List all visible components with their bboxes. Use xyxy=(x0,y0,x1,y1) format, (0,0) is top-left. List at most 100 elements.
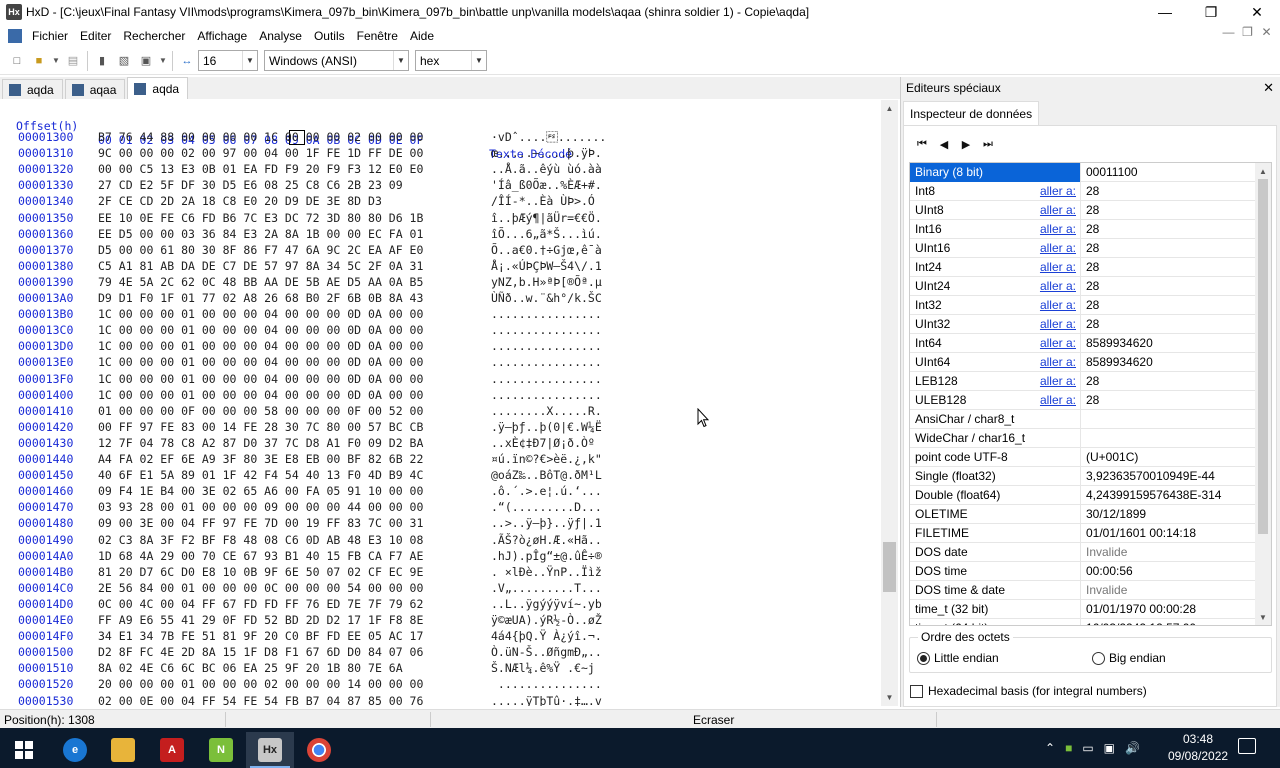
minimize-button[interactable]: — xyxy=(1142,0,1188,24)
row-decoded-text[interactable]: ..>..ÿ—þ}..ÿƒ|.1 xyxy=(491,516,602,530)
inspector-value[interactable]: 28 xyxy=(1081,222,1099,236)
inspector-row[interactable]: FILETIME 01/01/1601 00:14:18 xyxy=(910,523,1256,543)
inspector-type-cell[interactable]: Double (float64) xyxy=(910,485,1081,505)
bytes-per-row-select[interactable]: 16 ▼ xyxy=(198,50,258,71)
hex-editor[interactable]: Offset(h) 00 01 02 03 04 05 06 07 08 09 … xyxy=(0,100,881,706)
close-file-icon[interactable]: ▮ xyxy=(93,52,111,70)
inspector-row[interactable]: UInt32 aller a: 28 xyxy=(910,314,1256,334)
menu-outils[interactable]: Outils xyxy=(308,29,351,43)
inspector-type-cell[interactable]: time_t (32 bit) xyxy=(910,599,1081,619)
inspector-type-cell[interactable]: UInt32 aller a: xyxy=(910,314,1081,334)
row-decoded-text[interactable]: yNZ,b.H»ªÞ[®Õª.µ xyxy=(491,275,602,289)
inspector-type-cell[interactable]: AnsiChar / char8_t xyxy=(910,409,1081,429)
tab-aqda-1[interactable]: aqda xyxy=(2,79,63,99)
row-decoded-text[interactable]: îÕ...6„ã*Š...ìú. xyxy=(491,227,602,241)
inspector-value[interactable]: (U+001C) xyxy=(1081,450,1138,464)
scroll-down-icon[interactable]: ▼ xyxy=(881,689,898,706)
row-bytes[interactable]: 1D 68 4A 29 00 70 CE 67 93 B1 40 15 FB C… xyxy=(98,549,423,563)
row-bytes[interactable]: C5 A1 81 AB DA DE C7 DE 57 97 8A 34 5C 2… xyxy=(98,259,423,273)
chevron-down-icon[interactable]: ▼ xyxy=(242,51,257,70)
row-bytes[interactable]: 1C 00 00 00 01 00 00 00 04 00 00 00 0D 0… xyxy=(98,355,423,369)
goto-link[interactable]: aller a: xyxy=(1040,279,1076,293)
row-decoded-text[interactable]: ................ xyxy=(491,339,602,353)
inspector-value[interactable]: 28 xyxy=(1081,279,1099,293)
menu-fichier[interactable]: Fichier xyxy=(26,29,74,43)
inspector-value[interactable]: 28 xyxy=(1081,298,1099,312)
network-icon[interactable]: ▣ xyxy=(1104,741,1115,755)
inspector-value[interactable]: 01/01/1970 00:00:28 xyxy=(1081,602,1196,616)
row-decoded-text[interactable]: .hJ).pÎg“±@.ûÊ÷® xyxy=(491,549,602,563)
inspector-type-cell[interactable]: Int32 aller a: xyxy=(910,295,1081,315)
row-bytes[interactable]: EE D5 00 00 03 36 84 E3 2A 8A 1B 00 00 E… xyxy=(98,227,423,241)
inspector-value[interactable]: 28 xyxy=(1081,374,1099,388)
row-decoded-text[interactable]: @oáZ‰..BôT@.ðM¹L xyxy=(491,468,602,482)
row-bytes[interactable]: 02 00 0E 00 04 FF 54 FE 54 FB B7 04 87 8… xyxy=(98,694,423,707)
row-bytes[interactable]: 34 E1 34 7B FE 51 81 9F 20 C0 BF FD EE 0… xyxy=(98,629,423,643)
row-bytes[interactable]: 8A 02 4E C6 6C BC 06 EA 25 9F 20 1B 80 7… xyxy=(98,661,403,675)
goto-link[interactable]: aller a: xyxy=(1040,203,1076,217)
goto-link[interactable]: aller a: xyxy=(1040,393,1076,407)
row-decoded-text[interactable]: .ÃŠ?ò¿øH.Æ.«Hã.. xyxy=(491,533,602,547)
scroll-down-icon[interactable]: ▼ xyxy=(1255,609,1271,625)
row-bytes[interactable]: 9C 00 00 00 02 00 97 00 04 00 1F FE 1D F… xyxy=(98,146,423,160)
chevron-up-icon[interactable]: ⌃ xyxy=(1045,741,1055,755)
inspector-value[interactable]: 01/01/1601 00:14:18 xyxy=(1081,526,1196,540)
inspector-value[interactable]: 3,92363570010949E-44 xyxy=(1081,469,1215,483)
inspector-type-cell[interactable]: ULEB128 aller a: xyxy=(910,390,1081,410)
inspector-type-cell[interactable]: OLETIME xyxy=(910,504,1081,524)
inspector-value[interactable]: 16/03/2242 12:57:00 xyxy=(1081,621,1196,625)
inspector-type-cell[interactable]: DOS date xyxy=(910,542,1081,562)
document-menu-icon[interactable] xyxy=(8,28,22,43)
goto-link[interactable]: aller a: xyxy=(1040,184,1076,198)
row-decoded-text[interactable]: Õ..a€0.†÷Gjœ,ê¯à xyxy=(491,243,602,257)
taskbar-chrome[interactable] xyxy=(295,732,343,768)
scroll-up-icon[interactable]: ▲ xyxy=(1255,163,1271,179)
inspector-row[interactable]: time_t (32 bit) 01/01/1970 00:00:28 xyxy=(910,599,1256,619)
scrollbar-thumb[interactable] xyxy=(1258,179,1268,534)
row-bytes[interactable]: 1C 00 00 00 01 00 00 00 04 00 00 00 0D 0… xyxy=(98,372,423,386)
row-decoded-text[interactable]: ................ xyxy=(491,307,602,321)
taskbar-edge[interactable]: e xyxy=(51,732,99,768)
menu-fenetre[interactable]: Fenêtre xyxy=(351,29,404,43)
goto-link[interactable]: aller a: xyxy=(1040,260,1076,274)
menu-aide[interactable]: Aide xyxy=(404,29,440,43)
inspector-type-cell[interactable]: FILETIME xyxy=(910,523,1081,543)
last-icon[interactable]: ⏭ xyxy=(977,136,999,152)
row-decoded-text[interactable]: ¤ú.ïn©?€>èë.¿‚k" xyxy=(491,452,602,466)
row-bytes[interactable]: D9 D1 F0 1F 01 77 02 A8 26 68 B0 2F 6B 0… xyxy=(98,291,423,305)
inspector-value[interactable]: 4,24399159576438E-314 xyxy=(1081,488,1221,502)
edit-mode-status[interactable]: Ecraser xyxy=(693,713,734,727)
row-bytes[interactable]: 09 00 3E 00 04 FF 97 FE 7D 00 19 FF 83 7… xyxy=(98,516,423,530)
open-dropdown-icon[interactable]: ▼ xyxy=(52,52,60,70)
row-bytes[interactable]: 09 F4 1E B4 00 3E 02 65 A6 00 FA 05 91 1… xyxy=(98,484,423,498)
inspector-value[interactable]: 8589934620 xyxy=(1081,336,1153,350)
big-endian-radio[interactable]: Big endian xyxy=(1092,651,1166,665)
inspector-row[interactable]: UInt16 aller a: 28 xyxy=(910,238,1256,258)
hxd-app-icon[interactable]: Hx xyxy=(6,4,22,20)
row-decoded-text[interactable]: .“(.........D... xyxy=(491,500,602,514)
row-bytes[interactable]: 03 93 28 00 01 00 00 00 09 00 00 00 44 0… xyxy=(98,500,423,514)
row-decoded-text[interactable]: ÙÑð..w.¨&h°/k.ŠC xyxy=(491,291,602,305)
row-decoded-text[interactable]: î..þÆý¶|ãÜr=€€Ö. xyxy=(491,211,602,225)
hex-basis-checkbox[interactable]: Hexadecimal basis (for integral numbers) xyxy=(910,684,1147,698)
row-bytes[interactable]: 2F CE CD 2D 2A 18 C8 E0 20 D9 DE 3E 8D D… xyxy=(98,194,382,208)
menu-analyse[interactable]: Analyse xyxy=(253,29,308,43)
row-decoded-text[interactable]: Å¡.«ÚÞÇÞW—Š4\/.1 xyxy=(491,259,602,273)
inspector-value[interactable]: 28 xyxy=(1081,260,1099,274)
row-decoded-text[interactable]: ·vDˆ.... ....... xyxy=(491,130,606,144)
inspector-value[interactable]: 28 xyxy=(1081,203,1099,217)
inspector-row[interactable]: UInt64 aller a: 8589934620 xyxy=(910,352,1256,372)
inspector-value[interactable]: 00:00:56 xyxy=(1081,564,1133,578)
inspector-type-cell[interactable]: LEB128 aller a: xyxy=(910,371,1081,391)
row-bytes[interactable]: FF A9 E6 55 41 29 0F FD 52 BD 2D D2 17 1… xyxy=(98,613,423,627)
mdi-restore-icon[interactable]: ❐ xyxy=(1238,25,1257,39)
inspector-row[interactable]: Double (float64) 4,24399159576438E-314 xyxy=(910,485,1256,505)
row-bytes[interactable]: 02 C3 8A 3F F2 BF F8 48 08 C6 0D AB 48 E… xyxy=(98,533,423,547)
inspector-type-cell[interactable]: Int24 aller a: xyxy=(910,257,1081,277)
inspector-row[interactable]: Int24 aller a: 28 xyxy=(910,257,1256,277)
row-bytes[interactable]: A4 FA 02 EF 6E A9 3F 80 3E E8 EB 00 BF 8… xyxy=(98,452,423,466)
inspector-value[interactable]: 8589934620 xyxy=(1081,355,1153,369)
inspector-row[interactable]: Int64 aller a: 8589934620 xyxy=(910,333,1256,353)
radio-unchecked-icon[interactable] xyxy=(1092,651,1105,665)
row-decoded-text[interactable]: ..L..ÿgýýÿví~.yb xyxy=(491,597,602,611)
